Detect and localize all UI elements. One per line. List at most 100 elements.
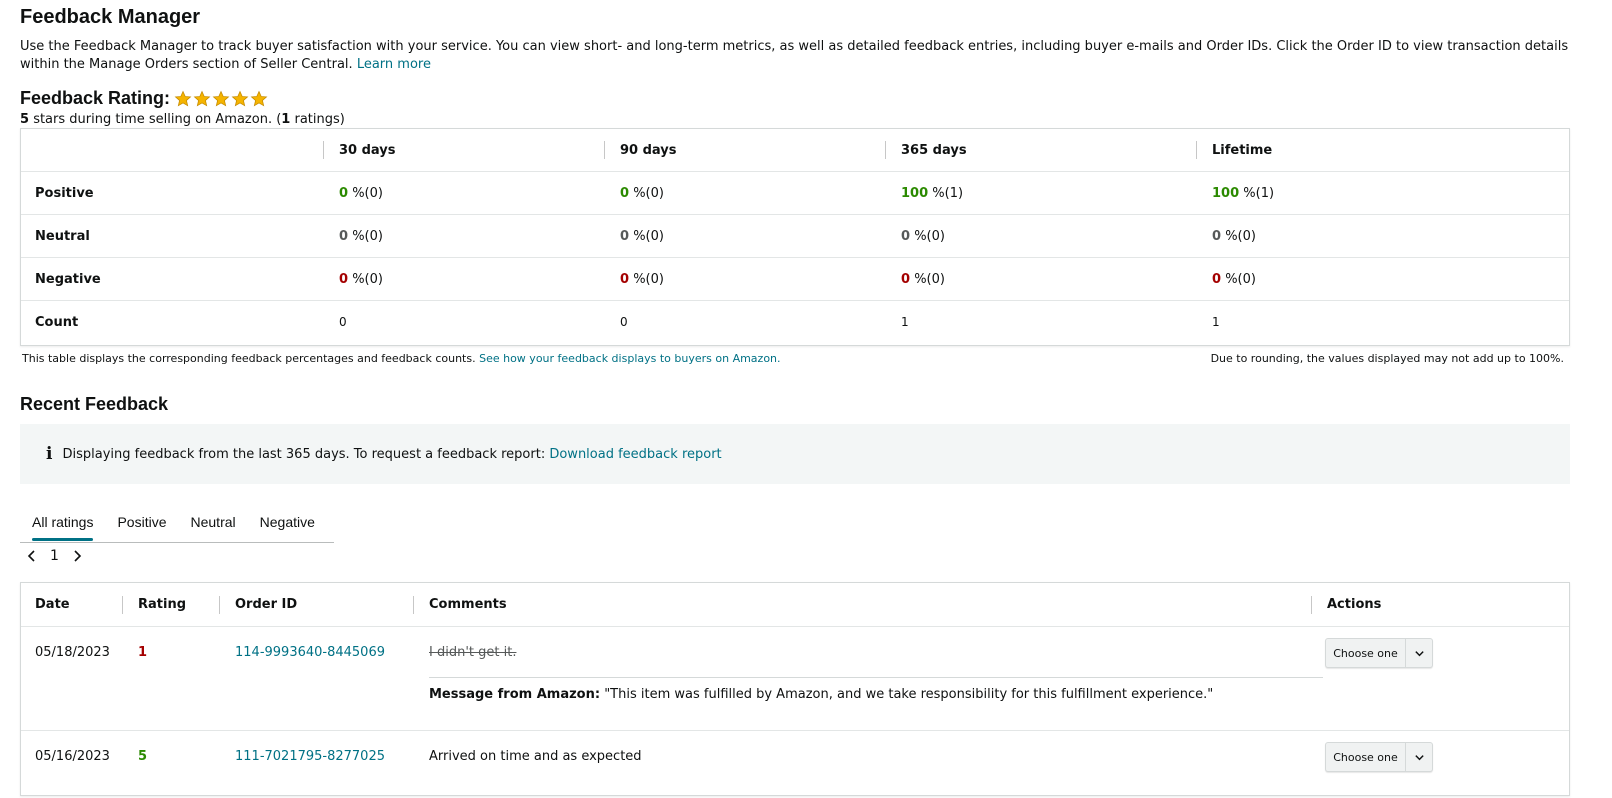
chevron-left-icon[interactable] [26,550,38,562]
row-label: Neutral [35,229,90,244]
metric-percent: 0 [620,272,630,287]
pagination: 1 [26,548,83,564]
row-label: Count [35,315,79,330]
metric-percent: 0 [1212,272,1222,287]
col-comments: Comments [429,597,507,612]
chevron-down-icon [1406,743,1432,771]
chevron-right-icon[interactable] [71,550,83,562]
action-dropdown-label: Choose one [1326,639,1406,667]
feedback-row: 05/18/2023 1 114-9993640-8445069 I didn'… [21,627,1569,731]
metric-percent: 0 [901,229,911,244]
row-label: Positive [35,186,94,201]
tab-positive[interactable]: Positive [105,500,178,543]
metric-cell: 100 %(1) [1212,172,1274,215]
column-divider [604,141,605,159]
column-divider [219,596,220,614]
feedback-header-row: Date Rating Order ID Comments Actions [21,583,1569,627]
metric-cell: 100 %(1) [901,172,963,215]
metric-total: 1 [901,315,909,329]
col-actions: Actions [1327,597,1382,612]
feedback-rating: 5 [138,749,148,764]
metric-cell: 0 %(0) [901,258,945,301]
col-date: Date [35,597,70,612]
feedback-rating: 1 [138,645,148,660]
metrics-col-lifetime: Lifetime [1212,143,1273,158]
col-rating: Rating [138,597,187,612]
star-icon [174,90,192,106]
info-icon: i [46,444,53,464]
download-report-link[interactable]: Download feedback report [549,447,721,462]
metrics-col-365: 365 days [901,143,967,158]
metric-percent: 100 [1212,186,1240,201]
metric-cell: 0 %(0) [339,258,383,301]
metric-cell: 0 %(0) [620,258,664,301]
feedback-rating-label: Feedback Rating: [20,88,171,108]
star-icon [212,90,230,106]
metric-percent: 0 [339,186,349,201]
metric-percent: 0 [620,186,630,201]
feedback-table: Date Rating Order ID Comments Actions 05… [20,582,1570,796]
metric-total: 0 [620,315,628,329]
tab-all-ratings[interactable]: All ratings [20,500,105,543]
order-id-link[interactable]: 114-9993640-8445069 [235,645,385,660]
intro-text: Use the Feedback Manager to track buyer … [20,38,1580,74]
metric-cell: 0 %(0) [339,215,383,258]
amazon-message-text: "This item was fulfilled by Amazon, and … [604,687,1214,702]
metric-cell: 0 %(0) [620,172,664,215]
metric-cell: 0 %(0) [901,215,945,258]
rating-summary-stars: 5 [20,112,30,127]
info-alert-text: Displaying feedback from the last 365 da… [62,446,546,462]
metric-percent: 0 [339,272,349,287]
amazon-message: Message from Amazon: "This item was fulf… [429,687,1213,702]
star-icon [250,90,268,106]
col-order-id: Order ID [235,597,298,612]
metric-percent: 0 [901,272,911,287]
metric-count: %(1) [932,186,964,201]
column-divider [323,141,324,159]
metrics-row-negative: Negative 0 %(0) 0 %(0) 0 %(0) 0 %(0) [21,258,1569,301]
metrics-row-positive: Positive 0 %(0) 0 %(0) 100 %(1) 100 %(1) [21,172,1569,215]
metric-count: %(0) [633,229,664,244]
star-icon [231,90,249,106]
feedback-date: 05/16/2023 [35,749,110,764]
metric-count: %(0) [914,272,945,287]
current-page[interactable]: 1 [50,548,59,564]
info-alert: i Displaying feedback from the last 365 … [20,424,1570,484]
metric-count: %(0) [1225,229,1256,244]
metric-percent: 100 [901,186,929,201]
metric-count: %(1) [1243,186,1275,201]
metric-percent: 0 [1212,229,1222,244]
metric-count: %(0) [352,186,383,201]
feedback-date: 05/18/2023 [35,645,110,660]
metrics-footnote-text: This table displays the corresponding fe… [22,352,476,365]
metrics-header-row: 30 days 90 days 365 days Lifetime [21,129,1569,172]
action-dropdown[interactable]: Choose one [1325,742,1433,772]
metric-count: %(0) [633,272,664,287]
learn-more-link[interactable]: Learn more [357,57,431,72]
rounding-note: Due to rounding, the values displayed ma… [1210,352,1564,365]
feedback-metrics-table: 30 days 90 days 365 days Lifetime Positi… [20,128,1570,346]
chevron-down-icon [1406,639,1432,667]
metric-count: %(0) [1225,272,1256,287]
intro-body: Use the Feedback Manager to track buyer … [20,39,1569,72]
tab-neutral[interactable]: Neutral [179,500,248,543]
metric-count: %(0) [352,272,383,287]
column-divider [122,596,123,614]
feedback-comment: I didn't get it. [429,645,517,660]
buyer-display-link[interactable]: See how your feedback displays to buyers… [479,352,780,365]
metric-cell: 0 %(0) [1212,258,1256,301]
metric-percent: 0 [339,229,349,244]
metric-cell: 0 %(0) [339,172,383,215]
metric-total: 0 [339,315,347,329]
row-label: Negative [35,272,101,287]
order-id-link[interactable]: 111-7021795-8277025 [235,749,385,764]
tab-negative[interactable]: Negative [248,500,327,543]
rating-filter-tabs: All ratings Positive Neutral Negative [20,500,334,543]
amazon-message-label: Message from Amazon: [429,687,601,702]
metric-count: %(0) [914,229,945,244]
recent-feedback-title: Recent Feedback [20,394,169,414]
comment-divider [429,677,1323,678]
metrics-row-count: Count 0 0 1 1 [21,301,1569,344]
action-dropdown[interactable]: Choose one [1325,638,1433,668]
metrics-col-90: 90 days [620,143,677,158]
